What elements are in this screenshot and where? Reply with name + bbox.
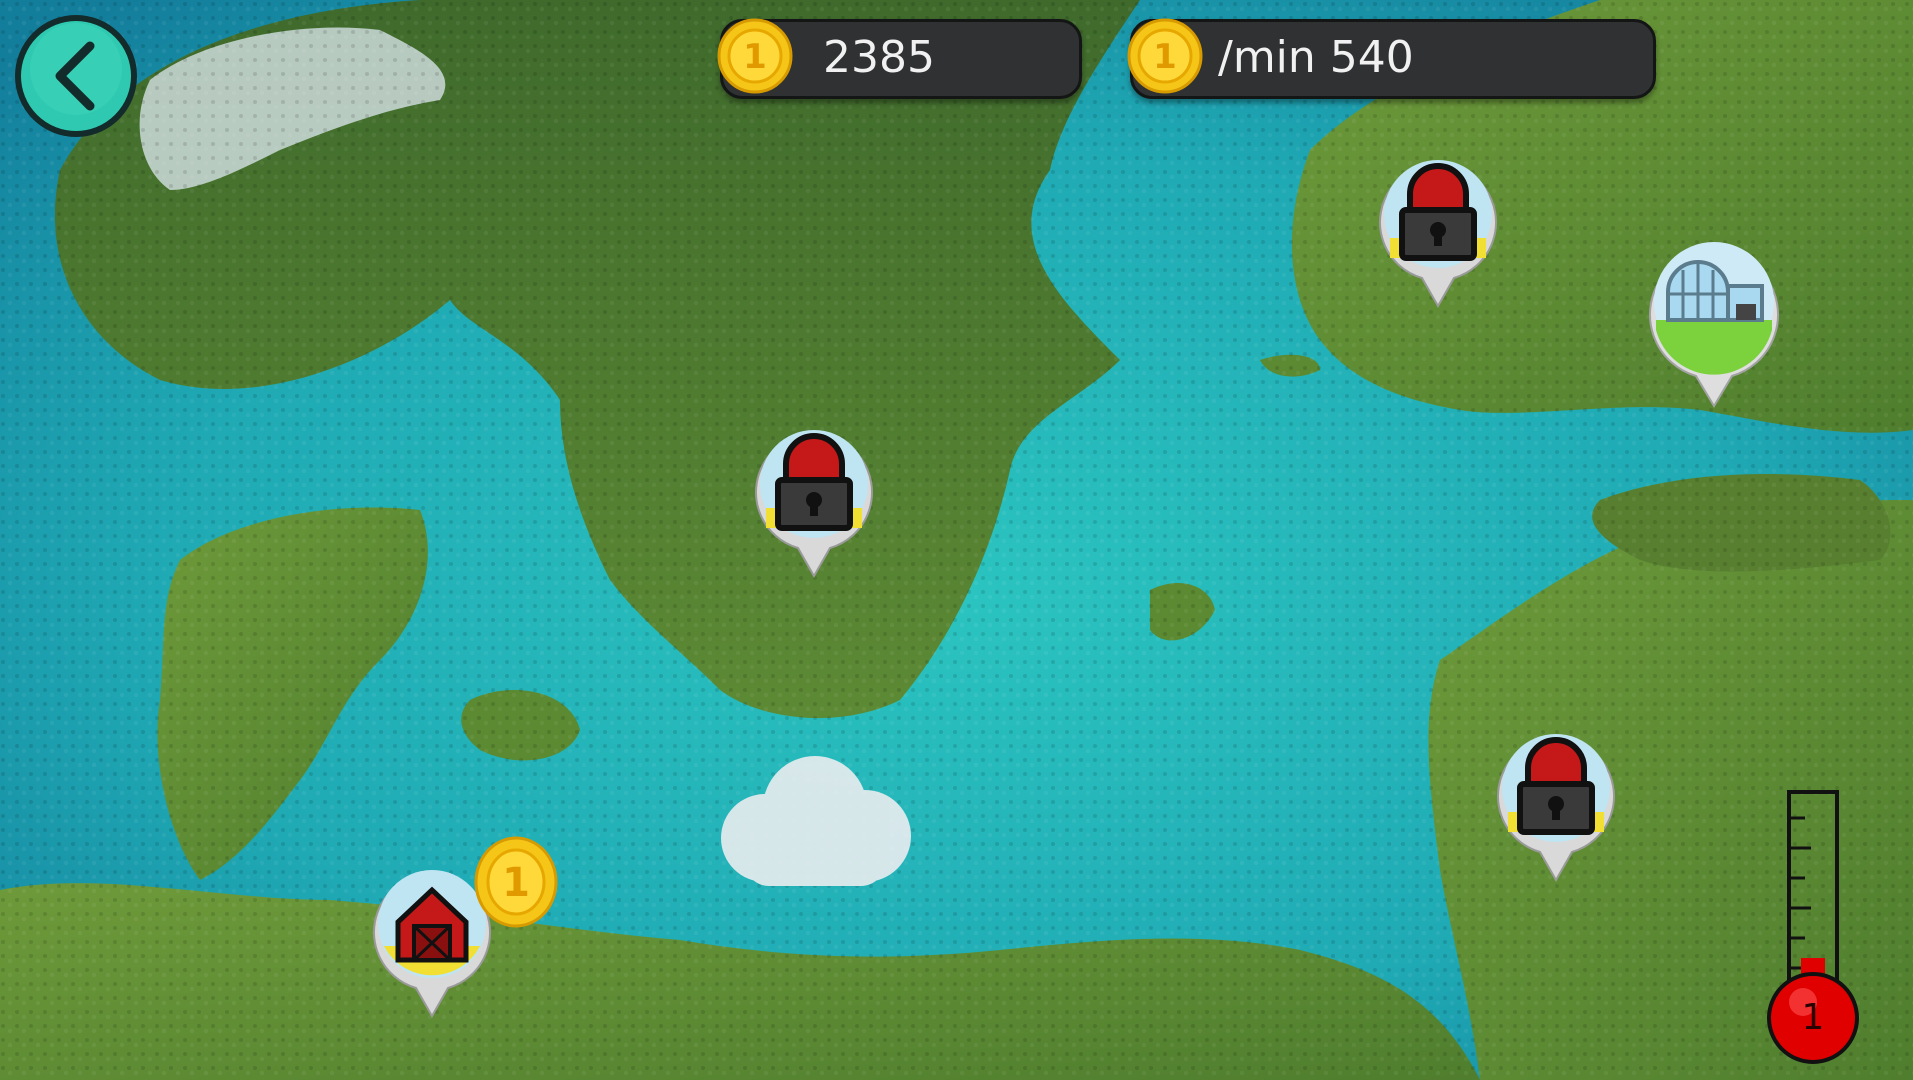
svg-text:1: 1: [502, 860, 530, 906]
world-map: [0, 0, 1913, 1080]
greenhouse-region-pin[interactable]: [1646, 230, 1782, 414]
locked-region-pin[interactable]: [752, 420, 876, 584]
coin-icon: 1: [715, 16, 795, 100]
svg-text:1: 1: [743, 37, 767, 77]
back-button[interactable]: [14, 14, 138, 138]
greenhouse-icon: [1649, 242, 1779, 408]
lock-icon: [1379, 160, 1497, 309]
coin-rate-amount: /min 540: [1218, 32, 1414, 83]
coin-reward-bubble[interactable]: 1: [474, 836, 558, 932]
thermometer-level: 1: [1801, 997, 1825, 1038]
svg-text:1: 1: [1153, 37, 1177, 77]
chevron-left-icon: [15, 15, 137, 137]
coin-counter: 1 2385: [717, 18, 1082, 99]
cloud: [705, 748, 925, 902]
locked-region-pin[interactable]: [1494, 724, 1618, 888]
coin-amount: 2385: [823, 32, 935, 83]
coin-icon: 1: [1125, 16, 1205, 100]
coin-rate: 1 /min 540: [1127, 18, 1656, 99]
lock-icon: [1497, 734, 1615, 883]
lock-icon: [755, 430, 873, 579]
thermometer: 1: [1765, 788, 1861, 1072]
locked-region-pin[interactable]: [1376, 150, 1500, 314]
